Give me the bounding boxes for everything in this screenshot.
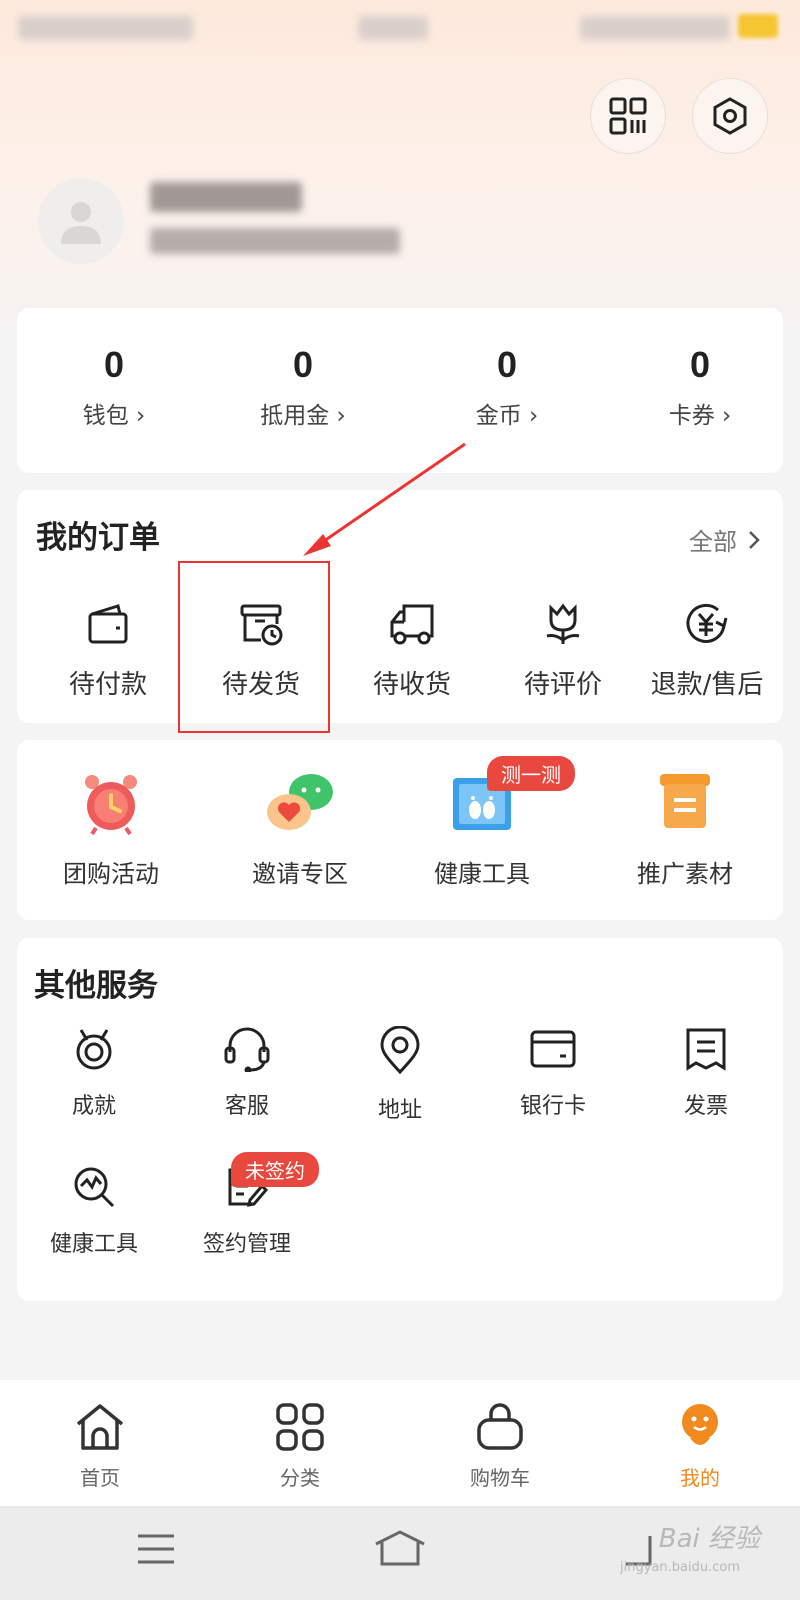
asset-label: 卡券 › (668, 403, 732, 429)
unsigned-badge: 未签约 (231, 1152, 319, 1187)
tab-label: 购物车 (470, 1466, 530, 1490)
service-label: 健康工具 (49, 1232, 138, 1257)
promo-label: 健康工具 (434, 860, 530, 888)
asset-wallet[interactable]: 0 钱包 › (24, 344, 204, 430)
watermark-url: jingyan.baidu.com (620, 1560, 740, 1575)
order-label: 退款/售后 (650, 670, 764, 700)
service-health-tools[interactable]: 健康工具 (19, 1164, 169, 1258)
see-all-label: 全部 (689, 528, 737, 556)
asset-value: 0 (689, 344, 711, 385)
location-pin-icon (380, 1025, 420, 1075)
qr-code-icon (609, 97, 647, 135)
settings-hexagon-icon (713, 97, 747, 135)
home-icon (76, 1404, 124, 1450)
username-blurred (150, 182, 302, 212)
avatar[interactable] (38, 178, 124, 264)
bottom-tab-bar: 首页 分类 购物车 我的 (0, 1380, 800, 1506)
order-label: 待收货 (372, 670, 451, 700)
service-label: 客服 (224, 1094, 269, 1119)
grid-icon (276, 1403, 324, 1451)
asset-value: 0 (103, 344, 125, 385)
order-label: 待发货 (221, 670, 300, 700)
yuan-refund-icon (686, 603, 728, 643)
medal-icon (76, 1029, 112, 1070)
order-pending-receipt[interactable]: 待收货 (337, 600, 487, 701)
service-label: 成就 (71, 1094, 116, 1119)
asset-value: 0 (292, 344, 314, 385)
asset-label: 钱包 › (82, 403, 146, 429)
service-label: 签约管理 (202, 1232, 291, 1257)
health-search-icon (74, 1167, 115, 1208)
tab-label: 分类 (280, 1466, 320, 1490)
status-icons-blurred (580, 16, 730, 40)
asset-label: 金币 › (475, 403, 539, 429)
service-label: 银行卡 (519, 1094, 586, 1119)
status-bar (0, 0, 800, 60)
orders-see-all-link[interactable]: 全部 (689, 522, 761, 557)
promo-label: 推广素材 (637, 860, 733, 888)
tab-me[interactable]: 我的 (600, 1402, 800, 1491)
orders-title: 我的订单 (36, 520, 160, 556)
promo-card: 团购活动 邀请专区 健康工具 测一测 推广素材 (17, 740, 783, 920)
order-label: 待评价 (523, 670, 602, 700)
tab-home[interactable]: 首页 (0, 1402, 200, 1491)
tab-label: 首页 (80, 1466, 120, 1490)
scroll-icon (660, 774, 710, 828)
asset-coupons[interactable]: 0 卡券 › (610, 344, 790, 430)
chevron-right-icon (749, 530, 760, 549)
user-subtitle-blurred (150, 228, 400, 254)
status-signal-blurred (18, 16, 193, 40)
alarm-clock-icon (85, 775, 137, 836)
service-label: 地址 (377, 1098, 422, 1123)
order-pending-payment[interactable]: 待付款 (33, 600, 183, 701)
asset-value: 0 (496, 344, 518, 385)
invoice-icon (686, 1028, 726, 1071)
chat-heart-icon (267, 774, 333, 830)
truck-icon (390, 604, 434, 645)
asset-coins[interactable]: 0 金币 › (417, 344, 597, 430)
service-customer-support[interactable]: 客服 (172, 1026, 322, 1120)
mascot-icon (682, 1404, 718, 1445)
order-pending-review[interactable]: 待评价 (488, 600, 638, 701)
order-label: 待付款 (68, 670, 147, 700)
services-card: 其他服务 成就 客服 地址 银行卡 发票 健康工具 签约管理 未签约 (17, 938, 783, 1301)
promo-group-buy[interactable]: 团购活动 (21, 770, 201, 889)
services-title: 其他服务 (34, 968, 158, 1004)
status-time-blurred (358, 16, 428, 40)
promo-label: 团购活动 (63, 860, 159, 888)
asset-label: 抵用金 › (260, 403, 346, 429)
service-address[interactable]: 地址 (325, 1025, 475, 1124)
promo-invite-zone[interactable]: 邀请专区 (210, 770, 390, 889)
tab-categories[interactable]: 分类 (200, 1402, 400, 1491)
service-bank-card[interactable]: 银行卡 (478, 1026, 628, 1120)
battery-icon (738, 14, 778, 38)
user-placeholder-icon (61, 202, 101, 244)
promo-label: 邀请专区 (252, 860, 348, 888)
order-pending-shipment[interactable]: 待发货 (186, 600, 336, 701)
package-clock-icon (240, 604, 283, 646)
wallet-icon (88, 604, 128, 644)
menu-icon[interactable] (136, 1532, 176, 1566)
bank-card-icon (530, 1030, 576, 1068)
home-nav-icon[interactable] (372, 1528, 428, 1568)
service-invoice[interactable]: 发票 (631, 1026, 781, 1120)
health-test-badge: 测一测 (487, 756, 575, 791)
tab-label: 我的 (680, 1466, 720, 1490)
settings-button[interactable] (692, 78, 768, 154)
headset-icon (224, 1027, 270, 1074)
watermark-logo: Bai 经验 (658, 1524, 760, 1554)
order-refund-aftersale[interactable]: 退款/售后 (623, 600, 791, 701)
asset-voucher-credit[interactable]: 0 抵用金 › (213, 344, 393, 430)
service-label: 发票 (683, 1094, 728, 1119)
shopping-bag-icon (477, 1403, 523, 1450)
tulip-icon (546, 603, 580, 644)
scan-qr-button[interactable] (590, 78, 666, 154)
annotation-arrow (303, 442, 466, 556)
promo-marketing-materials[interactable]: 推广素材 (595, 770, 775, 889)
service-achievements[interactable]: 成就 (19, 1026, 169, 1120)
tab-cart[interactable]: 购物车 (400, 1402, 600, 1491)
